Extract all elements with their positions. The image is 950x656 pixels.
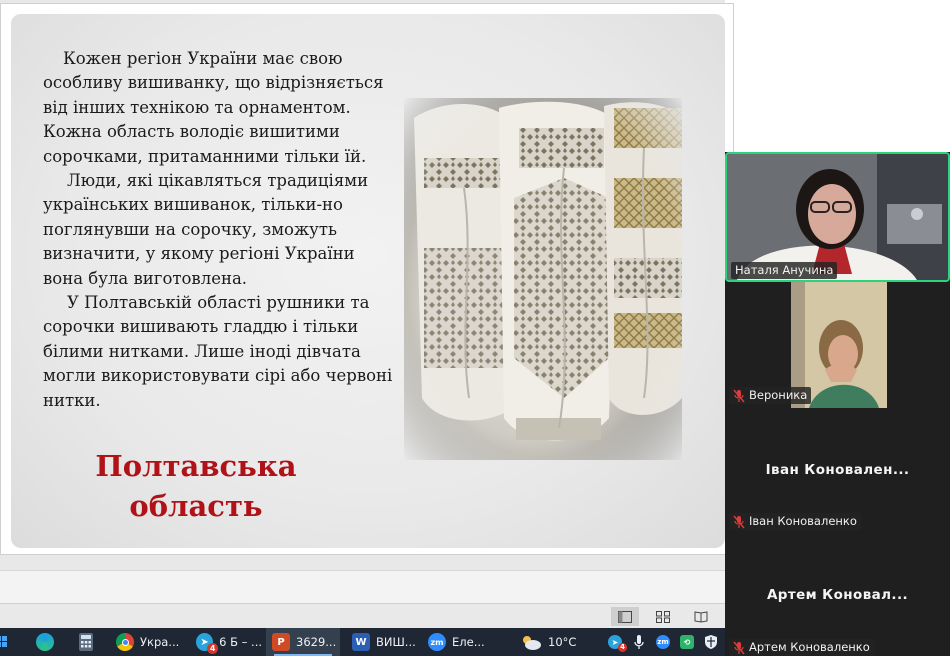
participant-name-3: Іван Коноваленко (749, 514, 857, 528)
participant-name-tag-3: Іван Коноваленко (729, 513, 861, 530)
paragraph-1: Кожен регіон України має свою особливу в… (43, 49, 384, 166)
telegram-icon: ➤ 4 (196, 633, 219, 654)
taskbar-word-button[interactable]: W ВИШ... (346, 628, 418, 656)
region-title: Полтавська область (71, 446, 321, 526)
normal-view-icon (618, 610, 632, 623)
participant-name-tag-2: Вероника (729, 387, 812, 404)
green-app-icon: ⟲ (680, 635, 694, 649)
tray-badge: 4 (618, 643, 627, 652)
participant-name-4: Артем Коноваленко (749, 640, 870, 654)
taskbar-chrome-button[interactable]: Укра... (110, 628, 184, 656)
shield-icon (705, 635, 717, 649)
cloud-sun-icon (523, 636, 541, 650)
participant-name-tag-1: Наталя Анучина (731, 262, 838, 279)
embroidered-shirts-illustration (414, 101, 682, 441)
embroidered-shirts-image (404, 98, 682, 460)
slide[interactable]: Кожен регіон України має свою особливу в… (0, 3, 734, 555)
word-icon: W (352, 633, 370, 651)
calculator-icon (79, 633, 93, 651)
participant-name-2: Вероника (749, 388, 808, 402)
weather-widget[interactable]: 10°C (520, 628, 586, 656)
taskbar-edge-button[interactable] (36, 628, 60, 656)
weather-temperature: 10°C (548, 635, 577, 649)
paragraph-2: Люди, які цікавляться традиціями українс… (43, 171, 369, 288)
edge-icon (36, 633, 54, 651)
participant-tile-3[interactable]: Іван Коновален... Іван Коноваленко (725, 409, 950, 535)
participant-display-name-4: Артем Коновал... (766, 587, 909, 603)
participant-display-name-3: Іван Коновален... (765, 462, 910, 478)
taskbar-zoom-button[interactable]: zm Еле... (422, 628, 494, 656)
mic-muted-icon (733, 641, 745, 654)
grid-view-icon (656, 610, 670, 623)
notes-area[interactable] (0, 570, 725, 603)
taskbar: Укра... ➤ 4 6 Б – ... P 3629... W ВИШ...… (0, 628, 725, 656)
book-icon (694, 610, 708, 623)
status-bar (0, 603, 725, 628)
taskbar-chrome-label: Укра... (140, 635, 180, 649)
participant-name-1: Наталя Анучина (735, 263, 834, 277)
normal-view-button[interactable] (611, 607, 639, 626)
region-title-line-2: область (129, 489, 263, 523)
zoom-icon: zm (428, 633, 446, 651)
telegram-badge: 4 (207, 643, 219, 654)
security-button[interactable] (702, 633, 720, 651)
region-title-line-1: Полтавська (95, 449, 297, 483)
tray-app-button[interactable]: ⟲ (678, 633, 696, 651)
mic-muted-icon (733, 389, 745, 402)
participant-tile-2[interactable]: Вероника (725, 282, 950, 409)
microphone-button[interactable] (630, 633, 648, 651)
taskbar-telegram-label: 6 Б – ... (219, 635, 262, 649)
mic-muted-icon (733, 515, 745, 528)
taskbar-calculator-button[interactable] (78, 628, 100, 656)
participant-tile-4[interactable]: Артем Коновал... Артем Коноваленко (725, 535, 950, 656)
start-button[interactable] (0, 628, 8, 656)
powerpoint-icon: P (272, 633, 290, 651)
slide-body-text[interactable]: Кожен регіон України має свою особливу в… (43, 47, 393, 413)
taskbar-powerpoint-label: 3629... (296, 635, 337, 649)
taskbar-powerpoint-button[interactable]: P 3629... (266, 628, 340, 656)
telegram-tray-icon: ➤ 4 (608, 635, 627, 652)
taskbar-telegram-button[interactable]: ➤ 4 6 Б – ... (190, 628, 262, 656)
taskbar-word-label: ВИШ... (376, 635, 416, 649)
windows-start-icon (0, 636, 7, 647)
paragraph-3: У Полтавській області рушники та сорочки… (43, 293, 393, 410)
chrome-icon (116, 633, 134, 651)
tray-telegram-button[interactable]: ➤ 4 (606, 633, 627, 652)
reading-view-button[interactable] (687, 607, 715, 626)
participant-name-tag-4: Артем Коноваленко (729, 639, 874, 656)
presentation-window: Кожен регіон України має свою особливу в… (0, 0, 734, 628)
slide-sorter-button[interactable] (649, 607, 677, 626)
microphone-icon (634, 635, 644, 649)
zoom-tray-icon: zm (656, 635, 670, 649)
taskbar-zoom-label: Еле... (452, 635, 485, 649)
participant-tile-1[interactable]: Наталя Анучина (725, 152, 950, 282)
slide-panel: Кожен регіон України має свою особливу в… (11, 14, 725, 548)
tray-zoom-button[interactable]: zm (654, 633, 672, 651)
zoom-participants-panel: Наталя Анучина Вероника Іван Коновален..… (725, 152, 950, 656)
slide-canvas: Кожен регіон України має свою особливу в… (0, 0, 734, 570)
